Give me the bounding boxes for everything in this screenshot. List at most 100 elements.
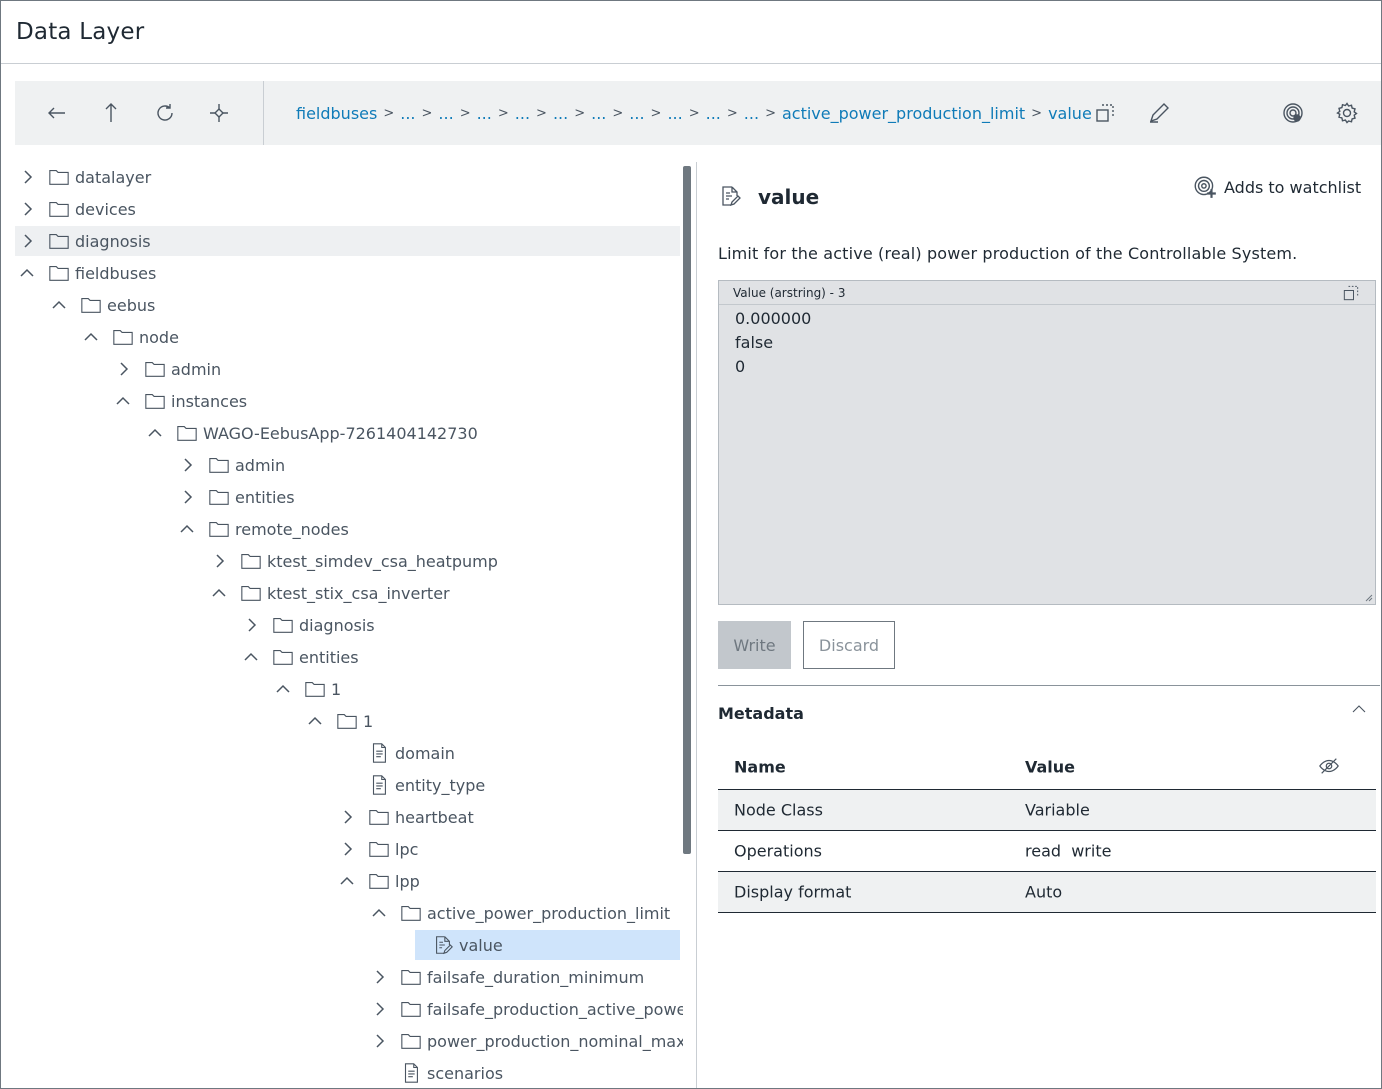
chevron-right-icon[interactable] (15, 229, 39, 253)
tree-item-label: WAGO-EebusApp-7261404142730 (203, 423, 478, 443)
folder-icon (47, 165, 71, 189)
hide-column-button[interactable] (1318, 755, 1342, 779)
breadcrumb-item[interactable]: ... (400, 104, 415, 123)
tree-item-lpc[interactable]: lpc (335, 834, 418, 864)
value-textarea[interactable]: Value (arstring) - 3 0.000000 false 0 (718, 280, 1376, 605)
tree-item-node[interactable]: node (79, 322, 179, 352)
chevron-right-icon[interactable] (335, 837, 359, 861)
chevron-right-icon[interactable] (367, 1029, 391, 1053)
tree-item-devices[interactable]: devices (15, 194, 136, 224)
chevron-right-icon[interactable] (15, 197, 39, 221)
chevron-up-icon[interactable] (47, 293, 71, 317)
chevron-right-icon[interactable] (367, 965, 391, 989)
tree-item-instances[interactable]: instances (111, 386, 247, 416)
tree-item-domain[interactable]: domain (335, 738, 455, 768)
add-to-watchlist-button[interactable]: Adds to watchlist (1192, 174, 1361, 200)
watchlist-button[interactable] (1275, 95, 1311, 131)
chevron-right-icon[interactable] (15, 165, 39, 189)
folder-icon (335, 709, 359, 733)
breadcrumb-item[interactable]: ... (744, 104, 759, 123)
chevron-up-icon[interactable] (303, 709, 327, 733)
document-icon (399, 1061, 423, 1085)
tree-item-datalayer[interactable]: datalayer (15, 162, 151, 192)
chevron-right-icon[interactable] (207, 549, 231, 573)
chevron-up-icon[interactable] (239, 645, 263, 669)
edit-document-icon (431, 933, 455, 957)
tree-item-value[interactable]: value (415, 930, 680, 960)
resize-handle-icon[interactable] (1363, 592, 1373, 602)
chevron-right-icon[interactable] (175, 453, 199, 477)
chevron-up-icon[interactable] (79, 325, 103, 349)
tree-item-remote-nodes[interactable]: remote_nodes (175, 514, 349, 544)
chevron-right-icon[interactable] (335, 805, 359, 829)
tree-view: datalayer devices diagnosis fieldbuses eebus… (15, 162, 683, 1088)
breadcrumb-item[interactable]: ... (553, 104, 568, 123)
tree-item-power-production-nominal-max[interactable]: power_production_nominal_max (367, 1026, 683, 1056)
tree-item-lpp[interactable]: lpp (335, 866, 420, 896)
refresh-button[interactable] (147, 95, 183, 131)
breadcrumb-item[interactable]: ... (667, 104, 682, 123)
tree-item-admin[interactable]: admin (111, 354, 221, 384)
chevron-up-icon[interactable] (143, 421, 167, 445)
breadcrumb-item[interactable]: ... (438, 104, 453, 123)
tree-item-wago-eebusapp-7261404142730[interactable]: WAGO-EebusApp-7261404142730 (143, 418, 478, 448)
breadcrumb-item[interactable]: ... (706, 104, 721, 123)
chevron-right-icon[interactable] (111, 357, 135, 381)
folder-icon (175, 421, 199, 445)
chevron-up-icon[interactable] (15, 261, 39, 285)
chevron-up-icon[interactable] (271, 677, 295, 701)
tree-scrollbar[interactable] (683, 166, 691, 854)
breadcrumb-separator: > (1031, 105, 1043, 121)
arrow-left-icon (48, 107, 65, 119)
copy-path-button[interactable] (1087, 95, 1123, 131)
metadata-collapse-button[interactable] (1350, 700, 1374, 724)
tree-item-failsafe-production-active-power-l[interactable]: failsafe_production_active_power_l (367, 994, 683, 1024)
tree-item-active-power-production-limit[interactable]: active_power_production_limit (367, 898, 670, 928)
tree-item-scenarios[interactable]: scenarios (367, 1058, 503, 1088)
breadcrumb-item[interactable]: fieldbuses (296, 104, 377, 123)
chevron-right-icon[interactable] (175, 485, 199, 509)
chevron-up-icon[interactable] (367, 901, 391, 925)
breadcrumb-item[interactable]: ... (591, 104, 606, 123)
folder-icon (239, 581, 263, 605)
settings-button[interactable] (1329, 95, 1365, 131)
tree-item-heartbeat[interactable]: heartbeat (335, 802, 474, 832)
tree-item-entities[interactable]: entities (239, 642, 359, 672)
chevron-up-icon[interactable] (175, 517, 199, 541)
tree-item-diagnosis[interactable]: diagnosis (239, 610, 375, 640)
page-title: Data Layer (16, 19, 145, 45)
tree-item-diagnosis[interactable]: diagnosis (15, 226, 680, 256)
chevron-right-icon[interactable] (367, 997, 391, 1021)
write-button[interactable]: Write (718, 621, 791, 669)
breadcrumb-item[interactable]: ... (515, 104, 530, 123)
breadcrumb-separator: > (383, 105, 395, 121)
tree-item-1[interactable]: 1 (303, 706, 373, 736)
chevron-right-icon[interactable] (239, 613, 263, 637)
tree-item-entity-type[interactable]: entity_type (335, 770, 485, 800)
edit-button[interactable] (1141, 95, 1177, 131)
copy-value-icon[interactable] (1341, 283, 1361, 303)
tree-item-1[interactable]: 1 (271, 674, 341, 704)
breadcrumb-item[interactable]: active_power_production_limit (782, 104, 1025, 123)
locate-button[interactable] (201, 95, 237, 131)
tree-item-ktest-stix-csa-inverter[interactable]: ktest_stix_csa_inverter (207, 578, 450, 608)
tree-item-entities[interactable]: entities (175, 482, 295, 512)
breadcrumb-item[interactable]: ... (629, 104, 644, 123)
chevron-up-icon[interactable] (335, 869, 359, 893)
tree-item-admin[interactable]: admin (175, 450, 285, 480)
tree-item-ktest-simdev-csa-heatpump[interactable]: ktest_simdev_csa_heatpump (207, 546, 498, 576)
tree-item-failsafe-duration-minimum[interactable]: failsafe_duration_minimum (367, 962, 644, 992)
breadcrumb-item[interactable]: ... (477, 104, 492, 123)
discard-button[interactable]: Discard (803, 621, 895, 669)
panel-splitter[interactable] (696, 162, 697, 1088)
back-button[interactable] (39, 95, 75, 131)
chevron-up-icon (1352, 705, 1366, 713)
chevron-up-icon[interactable] (207, 581, 231, 605)
tree-item-eebus[interactable]: eebus (47, 290, 155, 320)
tree-item-fieldbuses[interactable]: fieldbuses (15, 258, 156, 288)
chevron-up-icon[interactable] (111, 389, 135, 413)
breadcrumb-item[interactable]: value (1048, 104, 1092, 123)
up-button[interactable] (93, 95, 129, 131)
